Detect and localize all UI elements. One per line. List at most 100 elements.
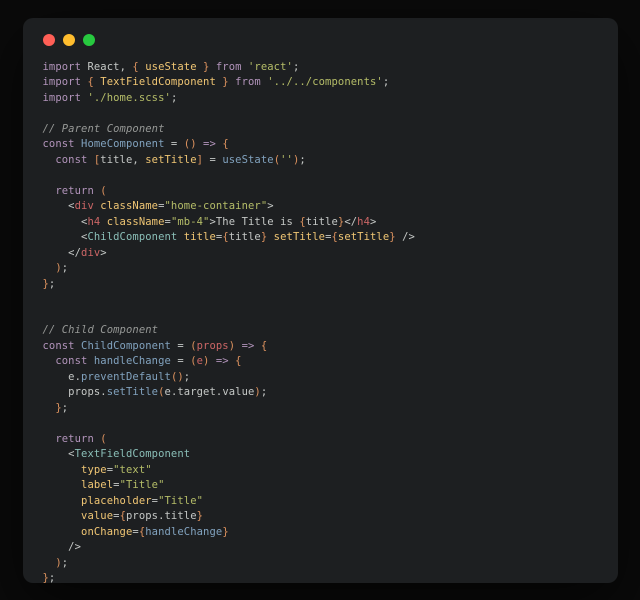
jsx-bracket: </ xyxy=(43,247,82,259)
op: = xyxy=(203,154,222,166)
identifier: setTitle xyxy=(145,154,196,166)
string: './home.scss' xyxy=(87,92,170,104)
identifier: handleChange xyxy=(145,526,222,538)
brace: } xyxy=(43,402,62,414)
keyword-import: import xyxy=(43,61,82,73)
arrow: => xyxy=(209,355,235,367)
jsx-bracket: < xyxy=(43,200,75,212)
arrow: => xyxy=(235,340,261,352)
jsx-attr: placeholder xyxy=(43,495,152,507)
punct: ; xyxy=(62,557,68,569)
identifier: title xyxy=(306,216,338,228)
punct: ; xyxy=(171,92,177,104)
parens: () xyxy=(184,138,197,150)
parens: ( xyxy=(100,185,106,197)
jsx-attr: className xyxy=(100,216,164,228)
jsx-bracket: < xyxy=(43,448,75,460)
component-name: HomeComponent xyxy=(81,138,164,150)
jsx-attr: title xyxy=(177,231,216,243)
jsx-attr: label xyxy=(43,479,114,491)
jsx-bracket: > xyxy=(370,216,376,228)
jsx-tag: div xyxy=(75,200,94,212)
punct: ; xyxy=(383,76,389,88)
brace: { xyxy=(132,61,145,73)
identifier: setTitle xyxy=(338,231,389,243)
jsx-bracket: /> xyxy=(43,541,82,553)
punct: ; xyxy=(62,262,68,274)
jsx-tag: h4 xyxy=(87,216,100,228)
close-icon[interactable] xyxy=(43,34,55,46)
op: = xyxy=(171,340,190,352)
text: , xyxy=(120,61,133,73)
keyword-return: return xyxy=(43,185,101,197)
string: '../../components' xyxy=(267,76,383,88)
prop: title xyxy=(165,510,197,522)
jsx-component: ChildComponent xyxy=(87,231,177,243)
jsx-bracket: > xyxy=(100,247,106,259)
code-window: import React, { useState } from 'react';… xyxy=(23,18,618,583)
identifier: props xyxy=(43,386,101,398)
component-name: ChildComponent xyxy=(81,340,171,352)
brace: { xyxy=(261,340,267,352)
jsx-attr: setTitle xyxy=(267,231,325,243)
jsx-tag: div xyxy=(81,247,100,259)
comment: // Parent Component xyxy=(43,123,165,135)
string: "Title" xyxy=(120,479,165,491)
maximize-icon[interactable] xyxy=(83,34,95,46)
keyword-from: from xyxy=(235,76,267,88)
jsx-attr: type xyxy=(43,464,107,476)
parens: ) xyxy=(43,557,62,569)
brace: } xyxy=(216,76,235,88)
string: 'react' xyxy=(248,61,293,73)
op: = xyxy=(165,138,184,150)
window-traffic-lights xyxy=(43,34,598,46)
brace: { xyxy=(222,138,228,150)
jsx-bracket: /> xyxy=(396,231,415,243)
param: props xyxy=(197,340,229,352)
keyword-import: import xyxy=(43,92,88,104)
jsx-tag: h4 xyxy=(357,216,370,228)
punct: ; xyxy=(49,278,55,290)
jsx-bracket: < xyxy=(43,231,88,243)
punct: ; xyxy=(261,386,267,398)
parens: () xyxy=(171,371,184,383)
fn-call: useState xyxy=(222,154,273,166)
keyword-from: from xyxy=(216,61,248,73)
string: "home-container" xyxy=(165,200,268,212)
parens: ) xyxy=(43,262,62,274)
brace: } xyxy=(222,526,228,538)
jsx-bracket: < xyxy=(43,216,88,228)
jsx-bracket: > xyxy=(267,200,273,212)
keyword-const: const xyxy=(43,154,94,166)
brace: } xyxy=(197,510,203,522)
comment: // Child Component xyxy=(43,324,159,336)
method: setTitle xyxy=(107,386,158,398)
brace: { xyxy=(87,76,100,88)
identifier: title xyxy=(229,231,261,243)
identifier: e xyxy=(43,371,75,383)
text: React xyxy=(81,61,120,73)
identifier: title xyxy=(100,154,132,166)
keyword-return: return xyxy=(43,433,101,445)
keyword-const: const xyxy=(43,138,82,150)
string: "mb-4" xyxy=(171,216,210,228)
keyword-const: const xyxy=(43,355,94,367)
keyword-const: const xyxy=(43,340,82,352)
punct: , xyxy=(132,154,145,166)
string: "Title" xyxy=(158,495,203,507)
punct: ; xyxy=(49,572,55,583)
jsx-attr: onChange xyxy=(43,526,133,538)
arrow: => xyxy=(197,138,223,150)
jsx-component: TextFieldComponent xyxy=(75,448,191,460)
brace: { xyxy=(235,355,241,367)
brace: } xyxy=(197,61,216,73)
method: preventDefault xyxy=(81,371,171,383)
string: "text" xyxy=(113,464,152,476)
identifier: useState xyxy=(145,61,196,73)
parens: ( xyxy=(100,433,106,445)
string: '' xyxy=(280,154,293,166)
fn-name: handleChange xyxy=(94,355,171,367)
minimize-icon[interactable] xyxy=(63,34,75,46)
identifier: TextFieldComponent xyxy=(100,76,216,88)
code-block: import React, { useState } from 'react';… xyxy=(43,60,598,583)
